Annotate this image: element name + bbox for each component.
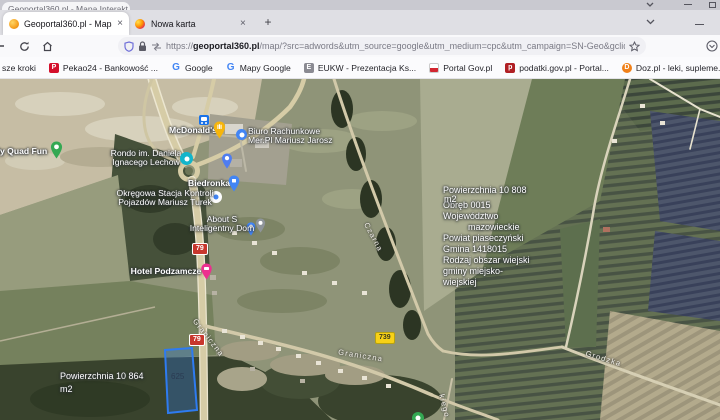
tab-bar: Geoportal360.pl - Mapa Interakt × Nowa k… [0, 10, 720, 35]
quad-fun-pin-icon[interactable] [50, 141, 63, 159]
bookmark-pierwsze-kroki[interactable]: sze kroki [2, 63, 36, 73]
satellite-terrain: 625 [0, 79, 720, 420]
lock-icon[interactable] [138, 40, 147, 52]
bookmark-google[interactable]: G Google [171, 61, 213, 73]
list-all-tabs-chevron-icon[interactable] [646, 19, 655, 25]
bookmark-mapy-google[interactable]: G Mapy Google [226, 61, 291, 73]
hotel-pin-icon[interactable] [200, 263, 213, 280]
background-tab[interactable]: Geoportal360.pl - Mapa Interakt [2, 2, 130, 10]
eukw-eagle-favicon: E [303, 62, 314, 73]
bookmark-doz[interactable]: D Doz.pl - leki, supleme... [621, 62, 720, 73]
gov-pl-favicon [429, 62, 440, 73]
rondo-camera-pin-icon[interactable] [180, 152, 193, 165]
home-icon[interactable] [39, 38, 55, 54]
tab-nowa-karta-close-icon[interactable]: × [240, 18, 246, 29]
navigation-toolbar: https://geoportal360.pl/map/?src=adwords… [0, 35, 720, 57]
blue-poi-pin-icon[interactable] [221, 153, 233, 169]
url-text[interactable]: https://geoportal360.pl/map/?src=adwords… [166, 41, 625, 51]
poi-label-about-s[interactable]: About S Inteligentny Dom [184, 215, 260, 232]
tracking-shield-icon[interactable] [124, 40, 134, 52]
new-tab-button[interactable]: + [260, 14, 276, 30]
background-tabs-chevron-icon[interactable] [646, 2, 654, 8]
firefox-favicon [135, 19, 145, 29]
poi-label-okregowa-stacja[interactable]: Okręgowa Stacja Kontroli Pojazdów Mariusz… [112, 189, 218, 206]
parcel-info-right: Powierzchnia 10 808 m2 Obręb 0015 Wojewó… [443, 185, 530, 287]
pekao-favicon: P [48, 62, 59, 73]
green-poi-pin-icon[interactable] [412, 412, 424, 420]
bookmark-podatki[interactable]: p podatki.gov.pl - Portal... [505, 62, 609, 73]
bookmarks-bar: sze kroki P Pekao24 - Bankowość ... G Goog… [0, 57, 720, 79]
poi-label-rondo[interactable]: Rondo im. Daniela Ignacego Lechow [108, 149, 184, 166]
poi-label-biuro-rachunkowe[interactable]: Biuro Rachunkowe Mer.Pl Mariusz Jarosz [248, 127, 333, 144]
geoportal-favicon [9, 18, 19, 29]
tab-geoportal-title: Geoportal360.pl - Mapa Interakt [24, 18, 112, 29]
satellite-map-viewport[interactable]: 625 Graniczna Graniczna Czarna Grodzka k… [0, 79, 720, 420]
url-bar[interactable]: https://geoportal360.pl/map/?src=adwords… [118, 37, 646, 55]
bus-stop-icon[interactable] [199, 115, 209, 125]
biedronka-store-pin-icon[interactable] [228, 175, 240, 192]
pocket-save-icon[interactable] [706, 40, 718, 52]
road-shield-739: 739 [375, 332, 395, 344]
google-favicon: G [172, 61, 180, 73]
podatki-favicon: p [505, 62, 516, 73]
poi-label-hotel-podzamcze[interactable]: Hotel Podzamcze [128, 267, 204, 276]
bookmark-eukw[interactable]: E EUKW - Prezentacja Ks... [303, 62, 416, 73]
browser-window: Geoportal360.pl - Mapa Interakt Geoporta… [0, 0, 720, 420]
bookmark-portal-gov[interactable]: Portal Gov.pl [429, 62, 492, 73]
biuro-rachunkowe-pin-icon[interactable] [236, 129, 247, 140]
bookmark-pekao24[interactable]: P Pekao24 - Bankowość ... [48, 62, 158, 73]
road-shield-79-south: 79 [189, 334, 205, 346]
background-restore-icon[interactable] [709, 2, 716, 8]
poi-label-biedronka[interactable]: Biedronka [188, 179, 230, 188]
tab-nowa-karta-title: Nowa karta [151, 19, 196, 29]
back-icon[interactable] [0, 38, 7, 54]
tab-close-icon[interactable]: × [117, 18, 123, 29]
parcel-info-left: Powierzchnia 10 864 m2 [60, 371, 144, 394]
google-maps-favicon: G [226, 61, 235, 73]
minimize-icon[interactable] [695, 24, 704, 25]
container-switch-icon[interactable] [151, 42, 162, 51]
mcdonalds-fries-pin-icon[interactable] [213, 121, 226, 139]
reload-icon[interactable] [16, 38, 32, 54]
background-minimize-icon[interactable] [684, 4, 692, 5]
doz-favicon: D [621, 62, 632, 73]
poi-label-quad-fun[interactable]: dy Quad Fun [0, 147, 56, 156]
bookmark-star-icon[interactable] [629, 40, 640, 52]
tab-nowa-karta[interactable]: Nowa karta [131, 14, 255, 34]
parcel-number: 625 [171, 372, 185, 381]
tab-geoportal[interactable]: Geoportal360.pl - Mapa Interakt × [3, 12, 129, 35]
road-shield-79-north: 79 [192, 243, 208, 255]
background-window-strip: Geoportal360.pl - Mapa Interakt [0, 0, 720, 10]
